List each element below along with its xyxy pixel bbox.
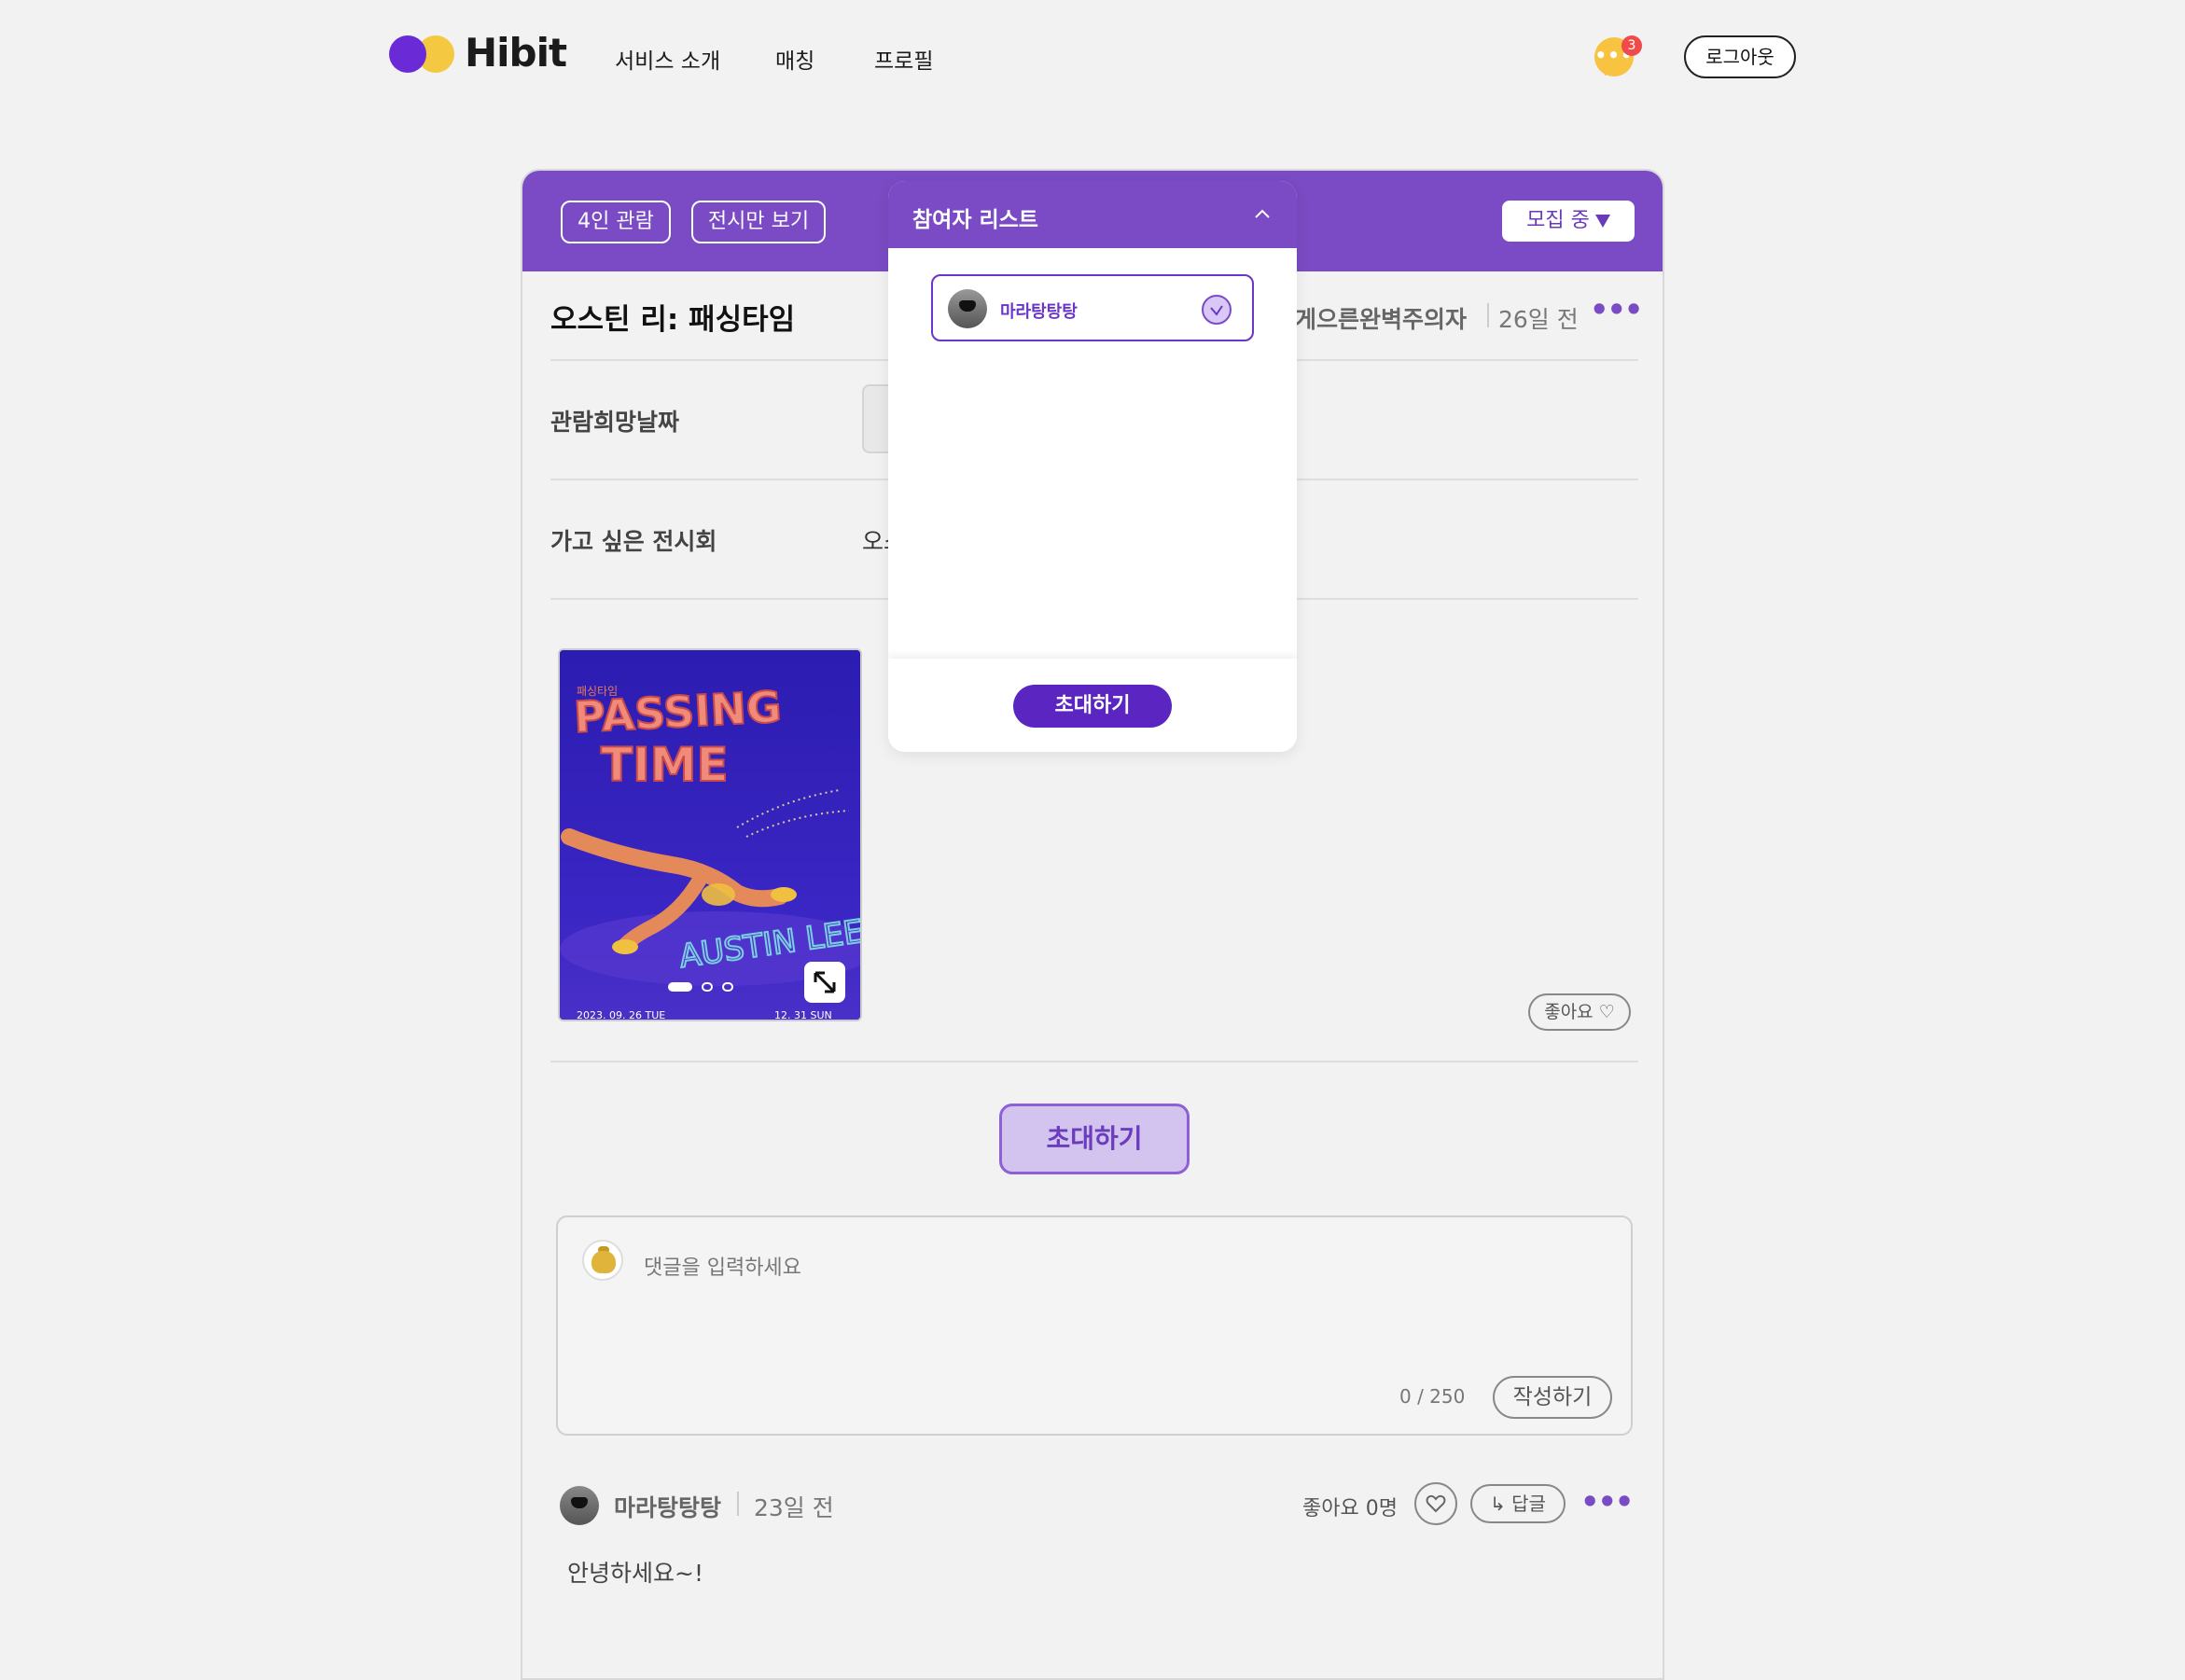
- caret-down-icon: [1594, 215, 1610, 228]
- chevron-up-icon[interactable]: [1254, 205, 1271, 222]
- user-avatar: [582, 1240, 623, 1281]
- divider: [1487, 303, 1489, 327]
- comment-author[interactable]: 마라탕탕탕: [614, 1490, 721, 1523]
- comment-avatar[interactable]: [560, 1486, 599, 1525]
- participant-name: 마라탕탕탕: [1000, 302, 1078, 322]
- carousel-dot[interactable]: [722, 982, 733, 992]
- divider: [737, 1492, 739, 1516]
- top-navigation: Hibit 서비스 소개 매칭 프로필 ••• 3 로그아웃: [0, 0, 2185, 112]
- reply-button[interactable]: ↳ 답글: [1470, 1484, 1566, 1523]
- check-icon[interactable]: [1202, 295, 1232, 325]
- nav-profile[interactable]: 프로필: [874, 43, 933, 75]
- participant-item[interactable]: 마라탕탕탕: [931, 274, 1254, 341]
- participant-avatar: [948, 289, 987, 328]
- panel-invite-button[interactable]: 초대하기: [1013, 685, 1172, 728]
- comment-more-icon[interactable]: •••: [1580, 1484, 1634, 1520]
- reply-label: 답글: [1511, 1493, 1546, 1515]
- carousel-dot-active[interactable]: [668, 982, 692, 992]
- logo-icon[interactable]: [389, 35, 456, 73]
- post-author[interactable]: 게으른완벽주의자: [1295, 301, 1467, 335]
- exhibition-poster[interactable]: 패싱타임 PASSING TIME AUSTIN LEE 2023. 09. 2…: [558, 648, 862, 1021]
- post-time: 26일 전: [1498, 306, 1579, 333]
- invite-button[interactable]: 초대하기: [999, 1104, 1190, 1174]
- logo-text[interactable]: Hibit: [465, 30, 567, 76]
- date-label: 관람희망날짜: [550, 409, 680, 436]
- poster-date-end: 12. 31 SUN: [774, 1009, 832, 1021]
- reply-arrow-icon: ↳: [1490, 1493, 1506, 1515]
- exhibit-label: 가고 싶은 전시회: [550, 528, 717, 555]
- like-button[interactable]: 좋아요 ♡: [1528, 993, 1631, 1031]
- comment-like-count: 좋아요 0명: [1302, 1497, 1398, 1520]
- chat-badge: 3: [1621, 35, 1642, 56]
- chip-viewers: 4인 관람: [561, 201, 671, 243]
- nav-matching[interactable]: 매칭: [775, 43, 814, 75]
- status-dropdown[interactable]: 모집 중: [1502, 201, 1635, 242]
- participant-list-panel: 참여자 리스트 마라탕탕탕 초대하기: [888, 181, 1297, 752]
- participant-panel-header[interactable]: 참여자 리스트: [888, 181, 1297, 248]
- nav-service-intro[interactable]: 서비스 소개: [615, 43, 720, 75]
- comment-input[interactable]: 댓글을 입력하세요: [644, 1251, 801, 1281]
- comment-input-box[interactable]: 댓글을 입력하세요 0 / 250 작성하기: [556, 1215, 1633, 1436]
- heart-icon: ♡: [1598, 1002, 1615, 1022]
- comment-text: 안녕하세요~!: [567, 1560, 703, 1587]
- like-label: 좋아요: [1544, 1002, 1594, 1022]
- status-label: 모집 중: [1526, 209, 1590, 232]
- divider: [550, 1061, 1638, 1062]
- post-title: 오스틴 리: 패싱타임: [550, 303, 796, 337]
- poster-title-line2: TIME: [601, 738, 729, 792]
- comment-time: 23일 전: [754, 1494, 834, 1521]
- char-counter: 0 / 250: [1399, 1385, 1466, 1408]
- carousel-dot[interactable]: [702, 982, 713, 992]
- comment-heart-icon[interactable]: [1414, 1482, 1457, 1525]
- post-more-icon[interactable]: •••: [1590, 292, 1643, 327]
- expand-icon[interactable]: [804, 962, 845, 1003]
- poster-date-start: 2023. 09. 26 TUE: [577, 1009, 665, 1021]
- submit-comment-button[interactable]: 작성하기: [1493, 1376, 1612, 1419]
- chip-exhibit-only: 전시만 보기: [691, 201, 826, 243]
- logout-button[interactable]: 로그아웃: [1684, 35, 1796, 78]
- participant-panel-title: 참여자 리스트: [912, 208, 1038, 232]
